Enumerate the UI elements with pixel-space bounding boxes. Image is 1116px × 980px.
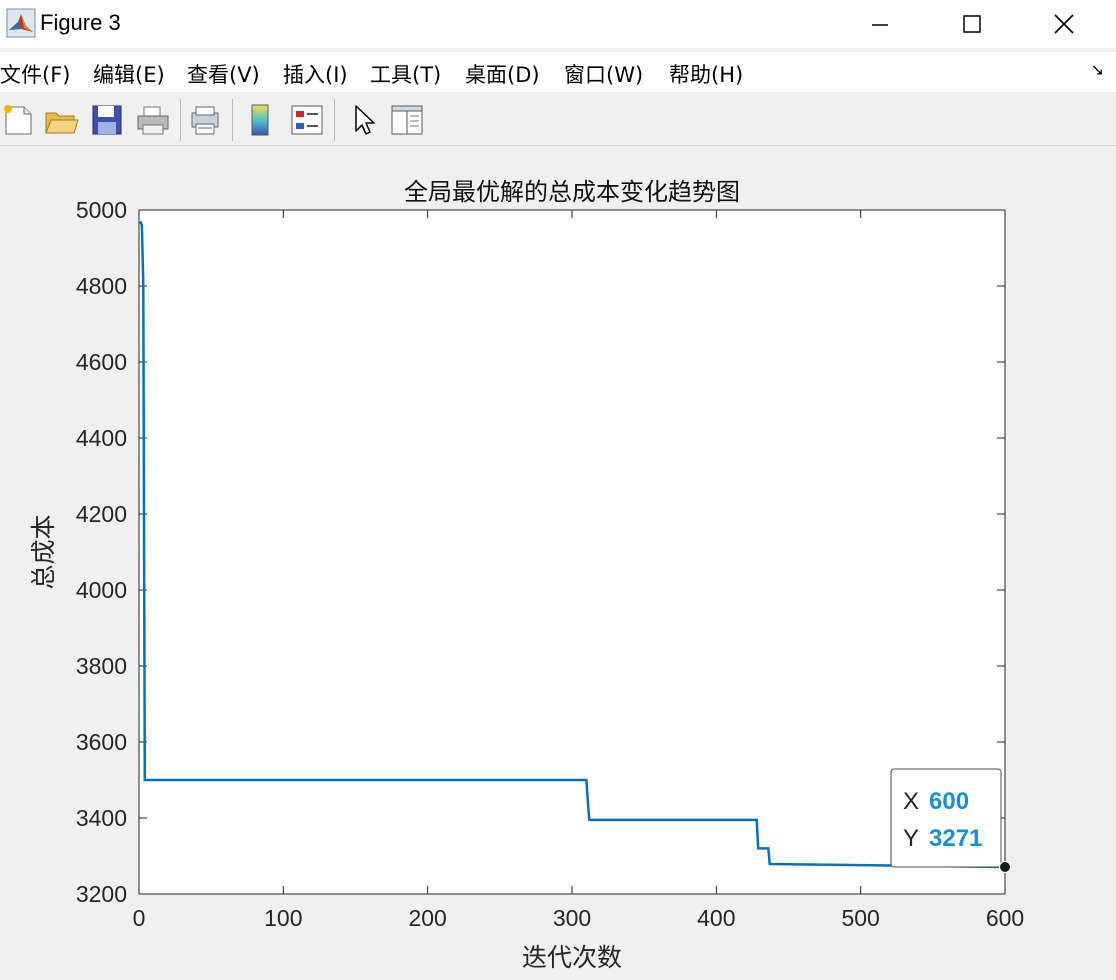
toolbar-separator [334,99,335,141]
toolbar-separator [232,99,233,141]
x-tick-label: 300 [553,905,591,931]
data-tip-y-value: 3271 [929,825,982,852]
close-icon [1054,14,1074,34]
legend-icon[interactable] [288,101,326,139]
minimize-icon [872,24,888,26]
menu-window[interactable]: 窗口(W) [564,59,643,89]
open-file-icon[interactable] [42,101,80,139]
data-tip[interactable]: X 600 Y 3271 [890,768,1011,874]
new-figure-icon[interactable] [0,101,38,139]
data-tip-box [890,768,1002,868]
dock-figure-icon[interactable]: ↘ [1091,60,1104,79]
y-tick-label: 4200 [76,501,127,527]
chart-title: 全局最优解的总成本变化趋势图 [404,178,740,206]
y-tick-label: 3600 [76,729,127,755]
y-tick-label: 3200 [76,881,127,907]
y-tick-label: 4600 [76,349,127,375]
y-axis-label: 总成本 [29,514,58,589]
menu-bar: 文件(F) 编辑(E) 查看(V) 插入(I) 工具(T) 桌面(D) 窗口(W… [0,52,1116,92]
axes-box [138,209,1006,895]
close-button[interactable] [1018,0,1110,48]
menu-desktop[interactable]: 桌面(D) [465,59,540,89]
maximize-button[interactable] [926,0,1018,48]
line-chart[interactable]: 0 100 200 300 400 500 600 3200 3400 3600 3800 4000 4… [0,146,1116,980]
x-tick-label: 200 [408,905,446,931]
minimize-button[interactable] [834,0,926,48]
menu-file[interactable]: 文件(F) [0,59,70,89]
x-tick-label: 500 [841,905,879,931]
menu-view[interactable]: 查看(V) [187,59,260,89]
colorbar-icon[interactable] [242,101,280,139]
y-tick-label: 4000 [76,577,127,603]
data-tip-marker [999,861,1011,874]
print-icon[interactable] [134,101,172,139]
y-tick-label: 4800 [76,273,127,299]
x-axis-label: 迭代次数 [522,943,622,972]
menu-insert[interactable]: 插入(I) [283,59,348,89]
property-inspector-icon[interactable] [388,101,426,139]
save-icon[interactable] [88,101,126,139]
x-tick-label: 400 [697,905,735,931]
menu-help[interactable]: 帮助(H) [669,59,743,89]
pointer-icon[interactable] [344,101,382,139]
menu-edit[interactable]: 编辑(E) [93,59,165,89]
y-tick-label: 4400 [76,425,127,451]
figure-toolbar [0,95,1116,146]
x-tick-label: 0 [133,905,146,931]
print-preview-icon[interactable] [186,101,224,139]
data-tip-x-value: 600 [929,788,969,815]
menu-tools[interactable]: 工具(T) [370,59,441,89]
matlab-logo-icon [6,8,36,38]
figure-canvas: 0 100 200 300 400 500 600 3200 3400 3600 3800 4000 4… [0,146,1116,980]
x-tick-label: 100 [264,905,302,931]
y-tick-label: 3400 [76,805,127,831]
y-tick-label: 3800 [76,653,127,679]
y-tick-label: 5000 [76,197,127,223]
data-tip-y-label: Y [903,825,919,852]
window-titlebar: Figure 3 [0,0,1116,48]
x-tick-label: 600 [986,905,1024,931]
toolbar-separator [180,99,181,141]
window-title: Figure 3 [40,10,121,35]
maximize-icon [963,15,981,33]
data-tip-x-label: X [903,788,919,815]
